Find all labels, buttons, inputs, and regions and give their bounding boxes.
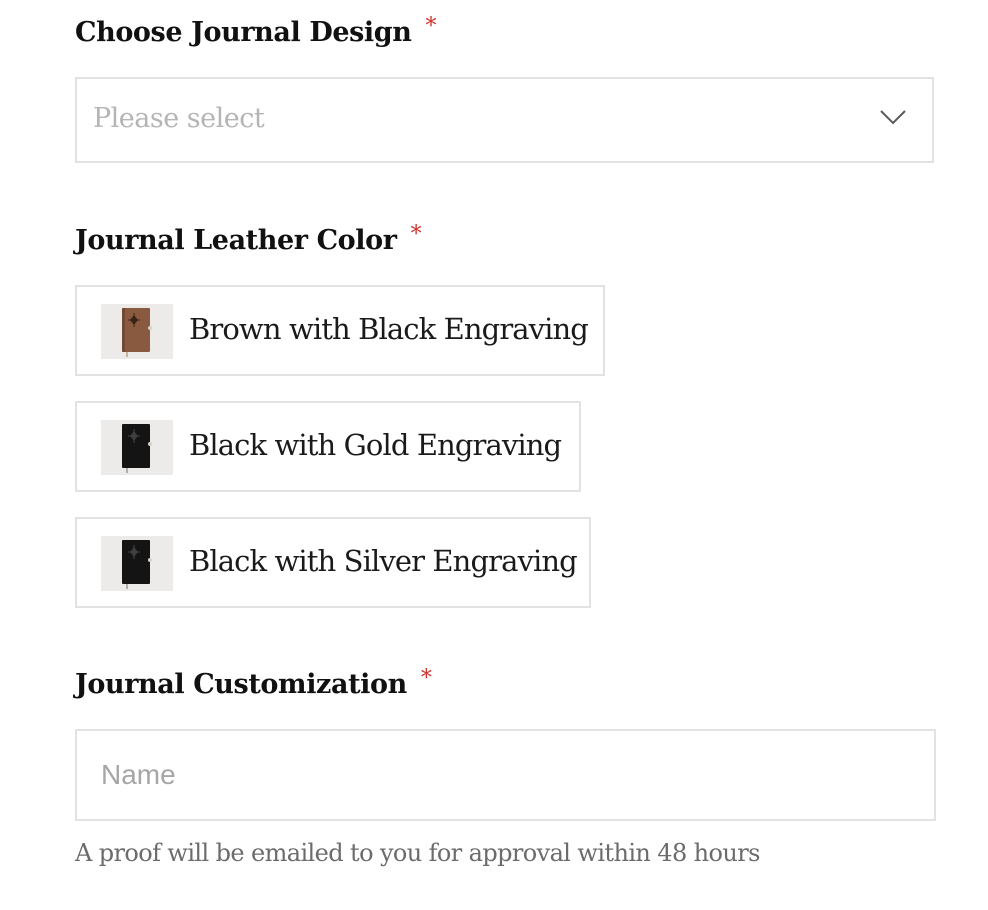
color-option-label: Brown with Black Engraving	[189, 312, 589, 346]
journal-design-label-text: Choose Journal Design	[75, 17, 412, 48]
required-asterisk: *	[420, 666, 432, 691]
color-option-black-gold[interactable]: Black with Gold Engraving	[75, 401, 581, 492]
journal-design-label: Choose Journal Design *	[75, 16, 436, 48]
leather-color-label-text: Journal Leather Color	[75, 225, 397, 256]
chevron-down-icon	[880, 110, 906, 125]
color-option-brown-black[interactable]: Brown with Black Engraving	[75, 285, 605, 376]
name-input[interactable]	[75, 729, 936, 821]
journal-customization-label-text: Journal Customization	[75, 669, 407, 700]
leather-color-label: Journal Leather Color *	[75, 224, 422, 256]
color-option-label: Black with Silver Engraving	[189, 544, 578, 578]
proof-help-text: A proof will be emailed to you for appro…	[75, 839, 760, 867]
required-asterisk: *	[425, 14, 437, 39]
journal-design-select[interactable]: Please select	[75, 77, 934, 163]
color-option-black-silver[interactable]: Black with Silver Engraving	[75, 517, 591, 608]
journal-thumbnail-image	[101, 304, 173, 359]
journal-thumbnail-image	[101, 536, 173, 591]
journal-design-select-placeholder: Please select	[93, 103, 265, 134]
journal-thumbnail-image	[101, 420, 173, 475]
journal-customization-label: Journal Customization *	[75, 668, 432, 700]
required-asterisk: *	[410, 222, 422, 247]
color-option-label: Black with Gold Engraving	[189, 428, 562, 462]
